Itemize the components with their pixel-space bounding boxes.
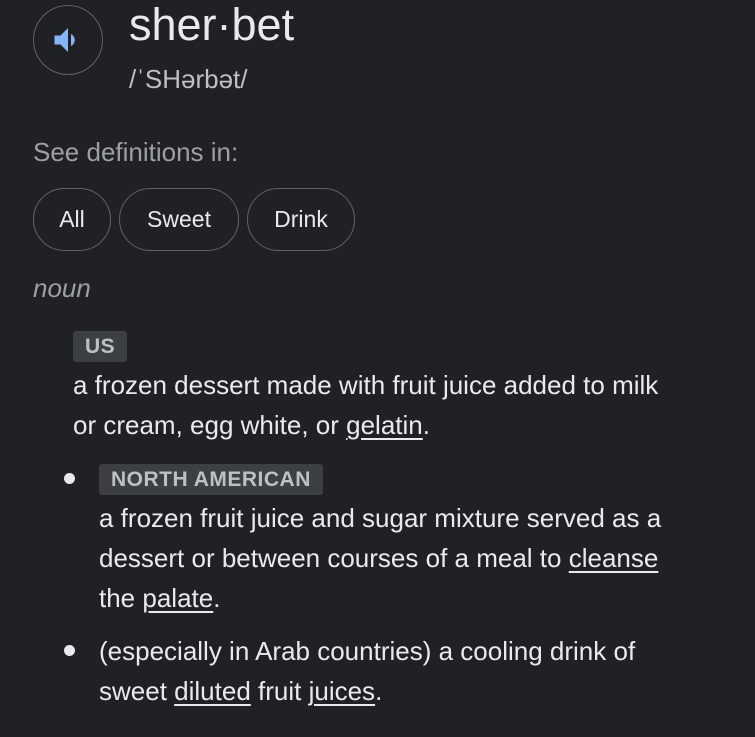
filter-chip-sweet[interactable]: Sweet bbox=[119, 188, 239, 251]
definition-text: sweet bbox=[99, 676, 175, 706]
definition-line: or cream, egg white, or gelatin. bbox=[73, 405, 430, 445]
speaker-volume-icon bbox=[54, 28, 75, 52]
word-link-gelatin[interactable]: gelatin bbox=[346, 410, 423, 440]
definition-text: the bbox=[99, 583, 143, 613]
definition-line: a frozen dessert made with fruit juice a… bbox=[73, 370, 659, 400]
definition-line: a frozen fruit juice and sugar mixture s… bbox=[99, 503, 662, 533]
definition-text: or cream, egg white, or bbox=[73, 410, 347, 440]
part-of-speech: noun bbox=[33, 273, 91, 303]
phonetic-transcription: /ˈSHərbət/ bbox=[129, 64, 248, 94]
word-link-cleanse[interactable]: cleanse bbox=[569, 543, 659, 573]
definition-text: . bbox=[213, 583, 221, 613]
definition-line: dessert or between courses of a meal to … bbox=[99, 538, 658, 578]
usage-label-us: US bbox=[73, 331, 128, 362]
definition-text: . bbox=[375, 676, 383, 706]
filter-chip-drink[interactable]: Drink bbox=[247, 188, 355, 251]
usage-label-north-american: NORTH AMERICAN bbox=[99, 464, 323, 495]
definition-line: sweet diluted fruit juices. bbox=[99, 671, 382, 711]
bullet-dot bbox=[64, 473, 75, 484]
pronunciation-play-button[interactable] bbox=[33, 5, 103, 75]
definition-text: dessert or between courses of a meal to bbox=[99, 543, 569, 573]
definition-text: . bbox=[422, 410, 430, 440]
definition-line: the palate. bbox=[99, 578, 220, 618]
filter-chip-all[interactable]: All bbox=[33, 188, 111, 251]
headword: sher·bet bbox=[129, 0, 295, 50]
bullet-dot bbox=[64, 645, 75, 656]
definition-line: (especially in Arab countries) a cooling… bbox=[99, 636, 636, 666]
word-link-diluted[interactable]: diluted bbox=[174, 676, 251, 706]
definition-text: fruit bbox=[250, 676, 309, 706]
word-link-juices[interactable]: juices bbox=[309, 676, 375, 706]
word-link-palate[interactable]: palate bbox=[142, 583, 213, 613]
filter-heading: See definitions in: bbox=[33, 137, 239, 167]
